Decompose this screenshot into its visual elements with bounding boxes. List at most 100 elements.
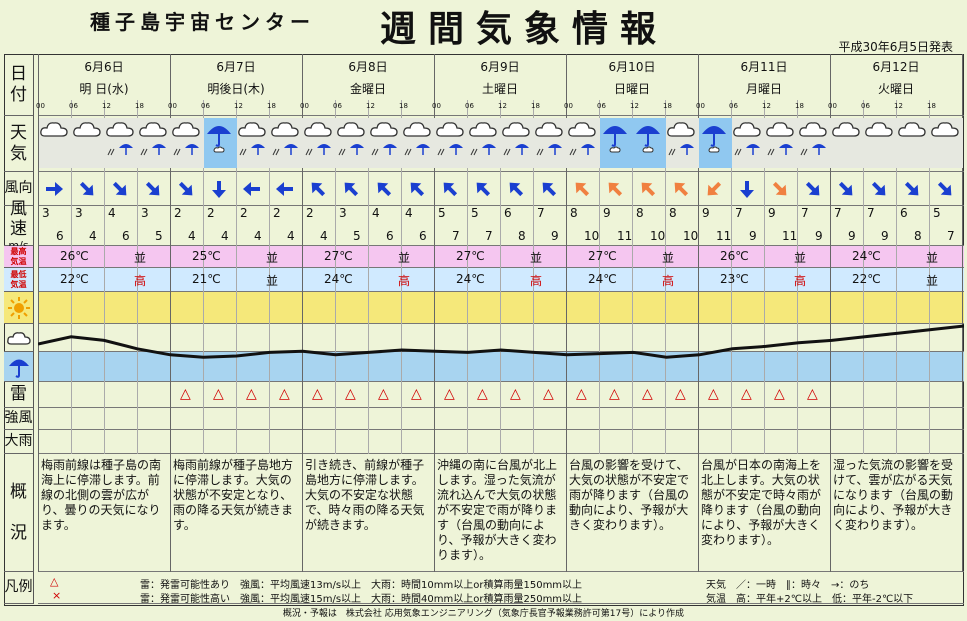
row-label-text: 最低 — [10, 269, 27, 279]
umbrella-icon — [8, 359, 29, 378]
wind-arrow-icon — [868, 178, 890, 200]
hour-tick: 12 — [894, 102, 903, 110]
legend-text: 雷：発雷可能性あり 強風：平均風速13m/s以上 大雨：時間10mm以上or積算… — [140, 580, 583, 591]
max-temp-eval: 並 — [530, 251, 543, 265]
day-date: 6月7日 — [216, 60, 256, 74]
row-label-rain — [4, 352, 34, 382]
max-temp: 27℃ — [324, 249, 353, 263]
hour-tick: 00 — [564, 102, 573, 110]
weather-cloud-icon — [831, 118, 864, 168]
wind-arrow-icon — [703, 178, 725, 200]
wind-speed-max: 4 — [254, 229, 262, 243]
day-date: 6月12日 — [872, 60, 920, 74]
weather-cloud-rain-icon — [501, 118, 534, 168]
weather-cloud-rain-icon — [765, 118, 798, 168]
wind-speed-max: 9 — [848, 229, 856, 243]
hour-tick: 00 — [432, 102, 441, 110]
wind-speed-min: 7 — [537, 206, 545, 220]
hour-tick: 06 — [729, 102, 738, 110]
legend-text: 気温 高：平年+2℃以上 低：平年-2℃以下 — [706, 594, 914, 605]
row-band-thunder — [38, 382, 964, 408]
row-label-text: 概 況 — [10, 481, 27, 543]
weather-cloud-rain-icon — [666, 118, 699, 168]
row-label-text: 天 気 — [10, 123, 27, 164]
day-label: 明 日(水) — [79, 82, 129, 96]
wind-speed-max: 6 — [56, 229, 64, 243]
day-label: 土曜日 — [481, 82, 518, 96]
row-label-thunder: 雷 — [4, 382, 34, 408]
legend-text: 雷：発雷可能性高い 強風：平均風速15m/s以上 大雨：時間40mm以上or積算… — [140, 594, 583, 605]
wind-speed-min: 8 — [669, 206, 677, 220]
wind-speed-max: 11 — [716, 229, 732, 243]
hour-tick: 12 — [762, 102, 771, 110]
legend-text: × — [52, 589, 62, 602]
day-summary: 台風が日本の南海上を北上します。大気の状態が不安定で時々雨が降ります（台風の動向… — [701, 458, 822, 547]
wind-speed-min: 2 — [240, 206, 248, 220]
row-label-text: 気温 — [10, 256, 27, 266]
wind-arrow-icon — [604, 178, 626, 200]
row-label-weather: 天 気 — [4, 116, 34, 172]
row-label-hrain: 大雨 — [4, 430, 34, 454]
thunder-mark: △ — [180, 386, 191, 402]
row-band-swind — [38, 408, 964, 430]
thunder-mark: △ — [213, 386, 224, 402]
wind-arrow-icon — [505, 178, 527, 200]
day-date: 6月10日 — [608, 60, 656, 74]
thunder-mark: △ — [411, 386, 422, 402]
weather-cloud-rain-icon — [171, 118, 204, 168]
row-label-speed: 風速m/s — [4, 199, 34, 252]
row-label-text: 大雨 — [4, 433, 33, 450]
max-temp-eval: 並 — [134, 251, 147, 265]
thunder-mark: △ — [576, 386, 587, 402]
day-summary: 梅雨前線が種子島地方に停滞します。大気の状態が不安定となり、雨の降る天気が続きま… — [173, 458, 294, 532]
hour-tick: 12 — [366, 102, 375, 110]
hour-tick: 06 — [333, 102, 342, 110]
wind-arrow-icon — [340, 178, 362, 200]
row-label-text: 強風 — [4, 410, 33, 427]
wind-speed-min: 7 — [867, 206, 875, 220]
wind-arrow-icon — [439, 178, 461, 200]
wind-speed-min: 7 — [735, 206, 743, 220]
wind-speed-min: 9 — [603, 206, 611, 220]
wind-speed-min: 9 — [702, 206, 710, 220]
thunder-mark: △ — [477, 386, 488, 402]
station-name: 種子島宇宙センター — [90, 10, 315, 34]
wind-speed-min: 2 — [306, 206, 314, 220]
max-temp: 26℃ — [60, 249, 89, 263]
wind-speed-max: 4 — [221, 229, 229, 243]
hour-tick: 06 — [597, 102, 606, 110]
hour-tick: 00 — [36, 102, 45, 110]
day-summary: 沖縄の南に台風が北上します。湿った気流が流れ込んで大気の状態が不安定で雨が降りま… — [437, 458, 558, 562]
weather-cloud-icon — [864, 118, 897, 168]
day-date: 6月9日 — [480, 60, 520, 74]
thunder-mark: △ — [246, 386, 257, 402]
wind-arrow-icon — [670, 178, 692, 200]
max-temp-eval: 並 — [266, 251, 279, 265]
thunder-mark: △ — [279, 386, 290, 402]
weather-cloud-rain-icon — [105, 118, 138, 168]
hour-tick: 06 — [201, 102, 210, 110]
row-band-min — [38, 268, 964, 292]
weather-cloud-rain-icon — [237, 118, 270, 168]
min-temp: 22℃ — [60, 272, 89, 286]
wind-speed-min: 2 — [207, 206, 215, 220]
page-title: 週間気象情報 — [380, 9, 669, 50]
wind-speed-min: 9 — [768, 206, 776, 220]
min-temp: 22℃ — [852, 272, 881, 286]
wind-arrow-icon — [637, 178, 659, 200]
min-temp: 21℃ — [192, 272, 221, 286]
max-temp-eval: 並 — [662, 251, 675, 265]
day-summary: 梅雨前線は種子島の南海上に停滞します。前線の北側の雲が広がり、曇りの天気になりま… — [41, 458, 162, 532]
row-label-text: 風向 — [4, 180, 33, 197]
row-label-text: 風速 — [10, 198, 27, 239]
hour-tick: 18 — [399, 102, 408, 110]
wind-speed-min: 3 — [141, 206, 149, 220]
wind-speed-max: 7 — [947, 229, 955, 243]
wind-speed-max: 9 — [551, 229, 559, 243]
thunder-mark: △ — [609, 386, 620, 402]
row-label-max: 最高 気温 — [4, 246, 34, 268]
row-label-date: 日 付 — [4, 54, 34, 116]
hour-tick: 18 — [663, 102, 672, 110]
thunder-mark: △ — [708, 386, 719, 402]
wind-speed-max: 10 — [650, 229, 666, 243]
